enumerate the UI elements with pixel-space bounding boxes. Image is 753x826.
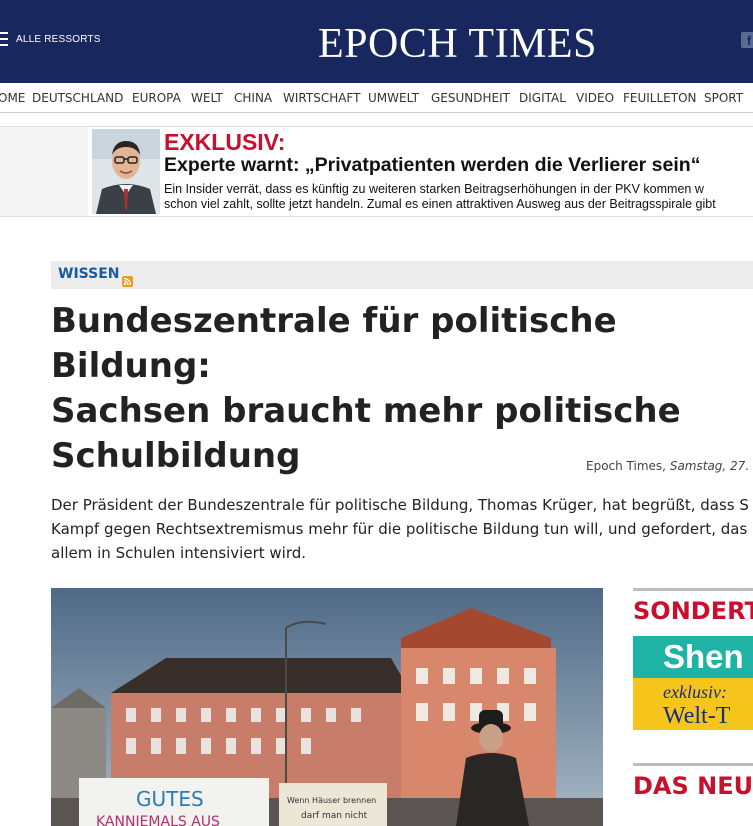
sidebar-section-title[interactable]: SONDERT	[633, 591, 753, 625]
rss-icon[interactable]	[122, 272, 133, 287]
byline-date: Samstag, 27. Fe	[669, 459, 753, 473]
nav-item-europa[interactable]: EUROPA	[132, 91, 181, 105]
lead-line: Kampf gegen Rechtsextremismus mehr für d…	[51, 520, 748, 538]
article-headline: Bundeszentrale für politische Bildung: S…	[51, 299, 753, 479]
nav-item-welt[interactable]: WELT	[191, 91, 223, 105]
menu-label: ALLE RESSORTS	[16, 33, 101, 45]
nav-item-feuilleton[interactable]: FEUILLETON	[623, 91, 697, 105]
headline-line: Sachsen braucht mehr politische	[51, 391, 681, 431]
promo-line: exklusiv:	[663, 682, 727, 702]
category-link-wissen[interactable]: WISSEN	[58, 266, 119, 282]
ad-text: Ein Insider verrät, dass es künftig zu w…	[164, 182, 753, 212]
nav-item-china[interactable]: CHINA	[234, 91, 272, 105]
banner-text: KANNIEMALS AUS	[96, 814, 220, 826]
lead-line: allem in Schulen intensiviert wird.	[51, 544, 307, 562]
sidebar-promo[interactable]: Shen exklusiv: Welt-T	[633, 636, 753, 730]
ad-content[interactable]: EXKLUSIV: Experte warnt: „Privatpatiente…	[88, 127, 753, 216]
sidebar-section-special: SONDERT	[633, 588, 753, 625]
nav-item-video[interactable]: VIDEO	[576, 91, 614, 105]
all-sections-menu-button[interactable]: ALLE RESSORTS	[0, 28, 101, 50]
lead-line: Der Präsident der Bundeszentrale für pol…	[51, 496, 749, 514]
nav-item-wirtschaft[interactable]: WIRTSCHAFT	[283, 91, 360, 105]
facebook-icon[interactable]: f	[741, 32, 753, 48]
nav-item-sport[interactable]: SPORT	[704, 91, 743, 105]
nav-item-umwelt[interactable]: UMWELT	[368, 91, 419, 105]
ad-title: EXKLUSIV:	[164, 129, 286, 155]
category-bar: WISSEN	[51, 261, 753, 289]
article-image[interactable]: GUTES KANNIEMALS AUS Wenn Häuser brennen…	[51, 588, 603, 826]
promo-subtitle: exklusiv: Welt-T	[633, 678, 753, 730]
nav-item-gesundheit[interactable]: GESUNDHEIT	[431, 91, 510, 105]
sidebar-section-new: DAS NEU	[633, 763, 753, 800]
ad-text-line: Ein Insider verrät, dass es künftig zu w…	[164, 182, 704, 196]
sidebar-section-title[interactable]: DAS NEU	[633, 766, 753, 800]
banner-text: Wenn Häuser brennen	[287, 796, 376, 805]
promo-title: Shen	[633, 636, 753, 678]
site-logo[interactable]: EPOCH TIMES	[318, 20, 597, 68]
ad-text-line: schon viel zahlt, sollte jetzt handeln. …	[164, 197, 716, 211]
ad-headline: Experte warnt: „Privatpatienten werden d…	[164, 154, 701, 176]
promo-line: Welt-T	[663, 703, 731, 729]
advertisement-banner[interactable]: EXKLUSIV: Experte warnt: „Privatpatiente…	[0, 126, 753, 217]
byline-source: Epoch Times,	[586, 459, 666, 473]
site-header: ALLE RESSORTS EPOCH TIMES f	[0, 0, 753, 83]
nav-item-digital[interactable]: DIGITAL	[519, 91, 566, 105]
ad-expert-photo	[92, 129, 160, 214]
banner-text: darf man nicht	[301, 811, 368, 821]
article-lead: Der Präsident der Bundeszentrale für pol…	[51, 493, 753, 565]
article-byline: Epoch Times, Samstag, 27. Fe	[586, 459, 753, 473]
banner-text: GUTES	[136, 787, 204, 811]
nav-item-deutschland[interactable]: DEUTSCHLAND	[32, 91, 123, 105]
main-navigation: OME DEUTSCHLAND EUROPA WELT CHINA WIRTSC…	[0, 83, 753, 113]
headline-line: Bundeszentrale für politische Bildung:	[51, 301, 617, 386]
nav-item-home[interactable]: OME	[0, 91, 25, 105]
hamburger-icon	[0, 32, 8, 46]
